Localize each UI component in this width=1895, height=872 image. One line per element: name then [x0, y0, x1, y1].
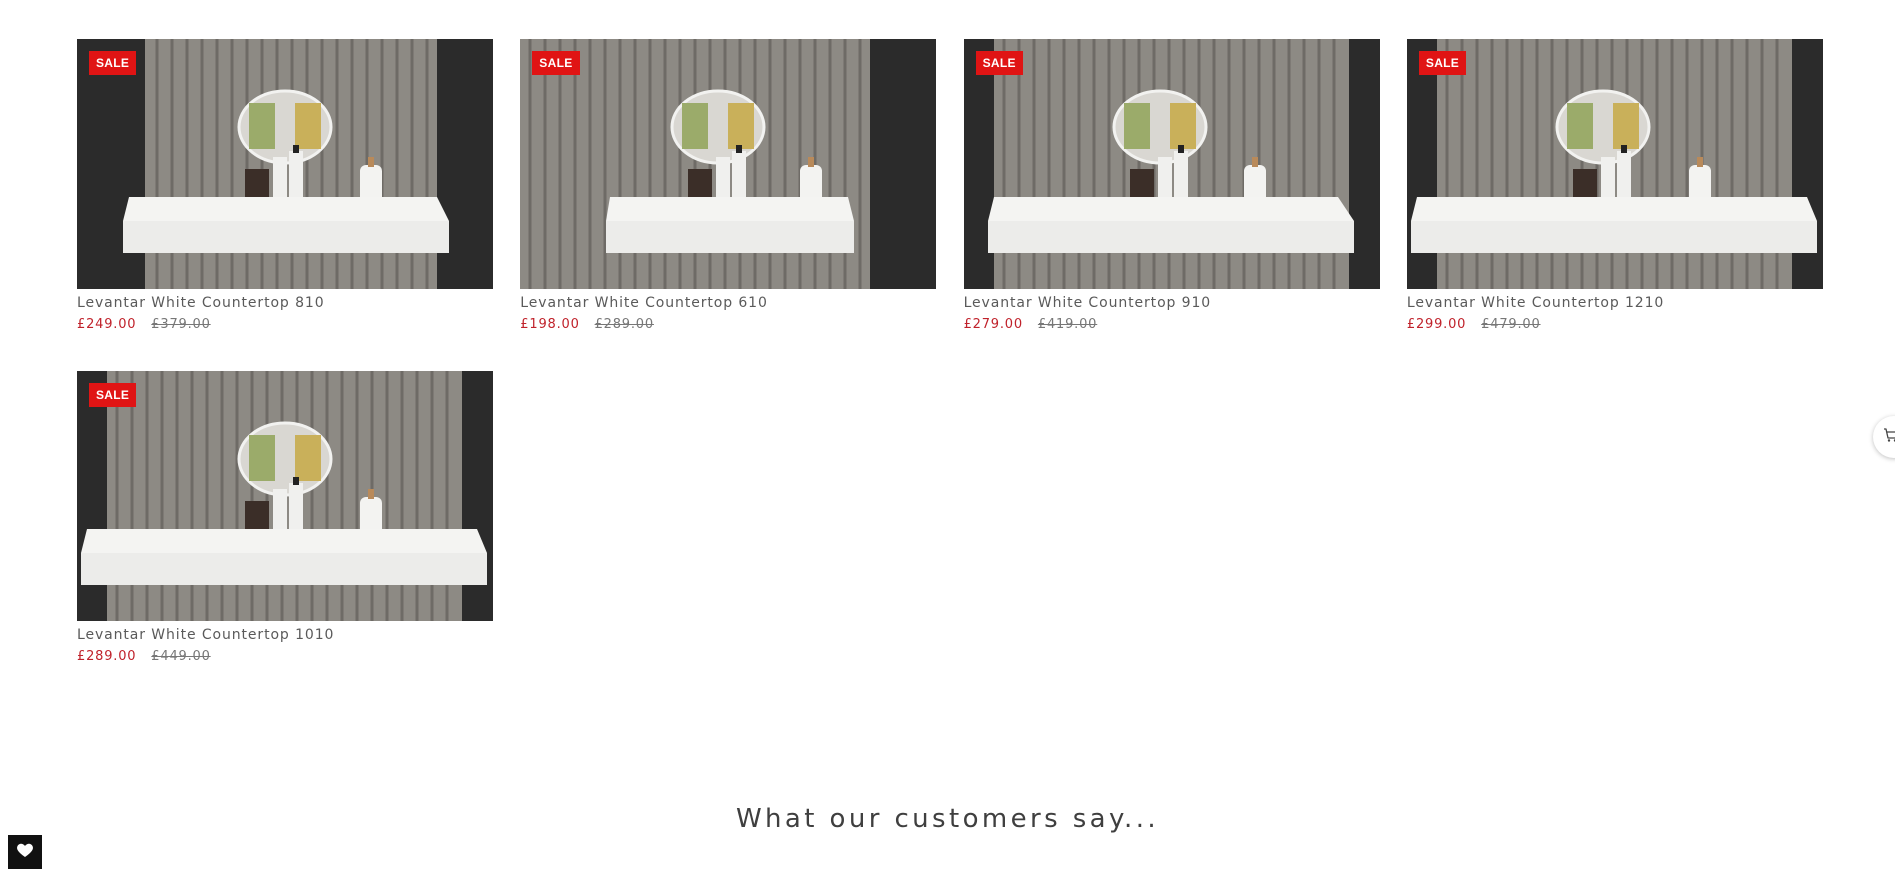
sale-badge: SALE: [975, 51, 1023, 75]
product-card[interactable]: SALE Levantar White Countertop 910 £279.…: [963, 39, 1380, 333]
sale-badge: SALE: [532, 51, 580, 75]
sale-price: £299.00: [1406, 317, 1467, 332]
product-card[interactable]: SALE Levantar White Countertop 1010 £289…: [77, 371, 493, 665]
original-price: £419.00: [1037, 317, 1098, 332]
cart-button[interactable]: [1873, 416, 1895, 458]
product-image[interactable]: SALE: [77, 39, 493, 289]
sale-price: £279.00: [963, 317, 1023, 332]
wishlist-button[interactable]: [8, 835, 42, 869]
heart-icon: [16, 842, 34, 862]
product-title[interactable]: Levantar White Countertop 910: [964, 295, 1380, 312]
sale-badge: SALE: [89, 383, 137, 407]
original-price: £449.00: [151, 649, 211, 664]
sale-badge: SALE: [1418, 51, 1467, 75]
product-card[interactable]: SALE Levantar White Countertop 1210 £299…: [1406, 39, 1823, 333]
product-image[interactable]: SALE: [77, 371, 493, 621]
product-title[interactable]: Levantar White Countertop 1210: [1407, 295, 1823, 312]
product-image[interactable]: SALE: [963, 39, 1380, 289]
product-prices: £249.00 £379.00: [77, 316, 493, 333]
original-price: £289.00: [594, 317, 654, 332]
sale-badge: SALE: [89, 51, 137, 75]
product-image[interactable]: SALE: [1406, 39, 1823, 289]
original-price: £379.00: [151, 317, 211, 332]
original-price: £479.00: [1481, 317, 1541, 332]
product-grid: SALE Levantar White Countertop 810 £249.…: [77, 39, 1824, 665]
product-prices: £299.00 £479.00: [1407, 316, 1823, 333]
product-title[interactable]: Levantar White Countertop 1010: [77, 627, 493, 644]
product-prices: £279.00 £419.00: [964, 316, 1380, 333]
product-title[interactable]: Levantar White Countertop 610: [520, 295, 936, 312]
product-card[interactable]: SALE Levantar White Countertop 810 £249.…: [77, 39, 493, 333]
sale-price: £289.00: [77, 649, 137, 664]
testimonials-heading: What our customers say...: [735, 804, 1160, 834]
product-prices: £289.00 £449.00: [77, 648, 493, 665]
cart-icon: [1883, 427, 1895, 447]
sale-price: £198.00: [520, 317, 580, 332]
product-prices: £198.00 £289.00: [520, 316, 936, 333]
product-card[interactable]: SALE Levantar White Countertop 610 £198.…: [520, 39, 937, 333]
sale-price: £249.00: [77, 317, 137, 332]
product-image[interactable]: SALE: [520, 39, 937, 289]
product-title[interactable]: Levantar White Countertop 810: [77, 295, 493, 312]
